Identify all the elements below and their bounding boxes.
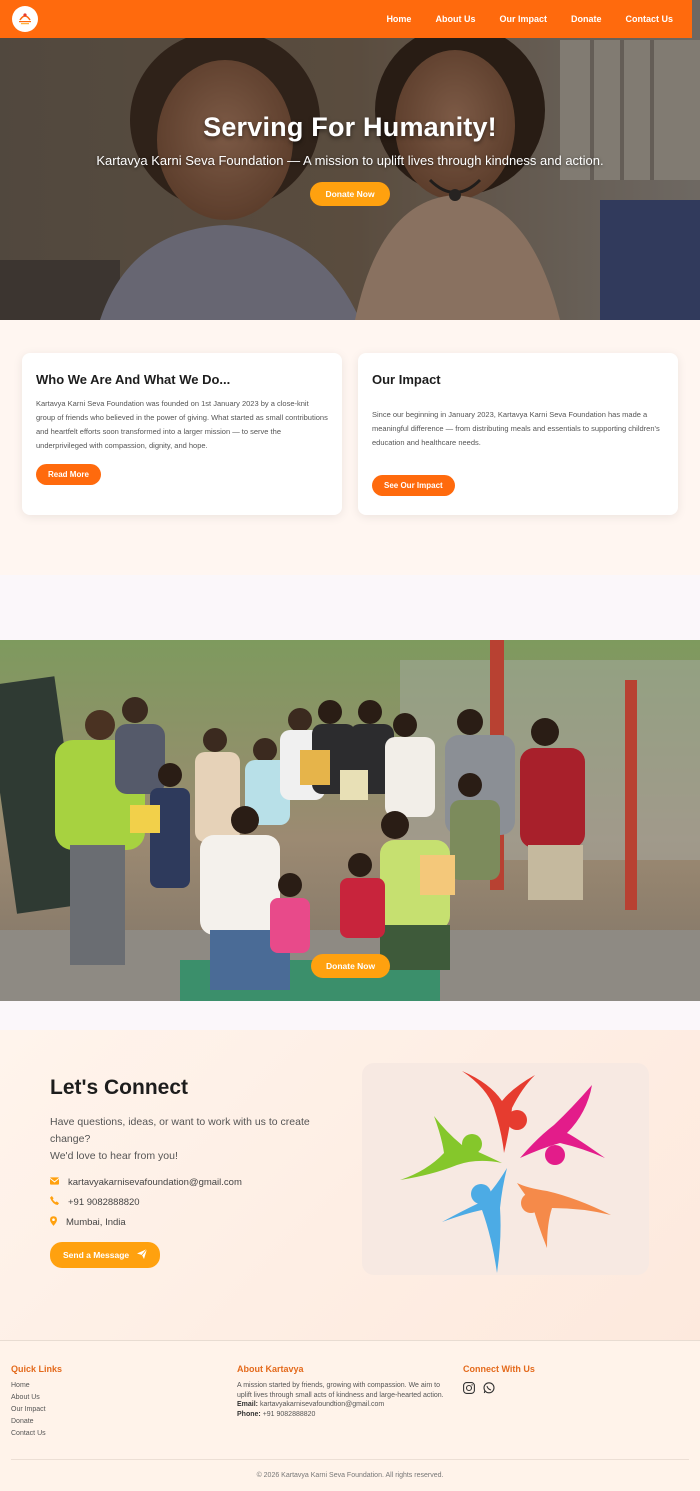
connect-desc-line2: We'd love to hear from you! [50,1150,178,1162]
quick-links-title: Quick Links [11,1364,63,1374]
who-we-are-title: Who We Are And What We Do... [36,372,231,387]
nav-link-home[interactable]: Home [374,14,423,24]
send-message-label: Send a Message [63,1250,130,1260]
connect-description: Have questions, ideas, or want to work w… [50,1114,340,1165]
gallery-donate-button[interactable]: Donate Now [311,954,391,978]
paper-plane-icon [137,1248,148,1261]
instagram-icon[interactable] [463,1382,476,1395]
whatsapp-icon[interactable] [483,1382,496,1395]
connect-section: Let's Connect Have questions, ideas, or … [0,1030,700,1340]
copyright: © 2026 Kartavya Karni Seva Foundation. A… [11,1459,689,1479]
footer-about-description: A mission started by friends, growing wi… [237,1382,444,1399]
footer-phone-line: Phone: +91 9082888820 [237,1410,455,1420]
contact-location: Mumbai, India [66,1216,126,1228]
group-photo [0,640,700,1001]
contact-email-row: kartavyakarnisevafoundation@gmail.com [49,1175,340,1189]
footer-quick-links: Quick Links Home About Us Our Impact Don… [11,1364,237,1442]
footer: Quick Links Home About Us Our Impact Don… [0,1340,700,1491]
group-photo-section: Donate Now [0,640,700,1001]
connect-with-us-title: Connect With Us [463,1364,535,1374]
map-pin-icon [50,1215,57,1229]
contact-email[interactable]: kartavyakarnisevafoundation@gmail.com [68,1177,242,1188]
envelope-icon [49,1176,60,1188]
organization-logo-icon[interactable] [12,6,38,32]
footer-connect: Connect With Us [463,1364,689,1442]
about-section: Who We Are And What We Do... Kartavya Ka… [0,320,700,575]
footer-link-donate[interactable]: Donate [11,1418,237,1425]
send-message-button[interactable]: Send a Message [50,1242,161,1268]
connect-desc-line1: Have questions, ideas, or want to work w… [50,1116,310,1145]
footer-email[interactable]: kartavyakarnisevafoundtion@gmail.com [260,1401,384,1408]
footer-phone[interactable]: +91 9082888820 [263,1411,316,1418]
footer-link-about[interactable]: About Us [11,1394,237,1401]
nav-links: Home About Us Our Impact Donate Contact … [374,14,678,24]
footer-email-label: Email: [237,1401,259,1408]
who-we-are-card: Who We Are And What We Do... Kartavya Ka… [22,353,342,515]
footer-about: About Kartavya A mission started by frie… [237,1364,463,1442]
section-spacer-2 [0,1001,700,1030]
footer-link-impact[interactable]: Our Impact [11,1406,237,1413]
unity-illustration [362,1063,649,1275]
contact-phone[interactable]: +91 9082888820 [68,1197,140,1208]
footer-email-line: Email: kartavyakarnisevafoundtion@gmail.… [237,1400,455,1410]
read-more-button[interactable]: Read More [36,464,101,485]
contact-list: kartavyakarnisevafoundation@gmail.com +9… [49,1175,340,1229]
section-spacer [0,575,700,640]
footer-about-text: A mission started by friends, growing wi… [237,1381,455,1419]
nav-link-contact[interactable]: Contact Us [613,14,678,24]
contact-phone-row: +91 9082888820 [50,1195,340,1209]
footer-link-home[interactable]: Home [11,1382,237,1389]
nav-link-impact[interactable]: Our Impact [487,14,559,24]
who-we-are-text: Kartavya Karni Seva Foundation was found… [36,399,328,450]
hero-content: Serving For Humanity! Kartavya Karni Sev… [0,112,700,206]
hero-donate-button[interactable]: Donate Now [310,182,390,206]
our-impact-text: Since our beginning in January 2023, Kar… [372,410,660,447]
our-impact-title: Our Impact [372,372,441,387]
hero-section: Serving For Humanity! Kartavya Karni Sev… [0,0,700,320]
footer-link-contact[interactable]: Contact Us [11,1430,237,1437]
nav-link-donate[interactable]: Donate [559,14,614,24]
nav-link-about[interactable]: About Us [423,14,487,24]
about-kartavya-title: About Kartavya [237,1364,304,1374]
see-impact-button[interactable]: See Our Impact [372,475,455,496]
contact-location-row: Mumbai, India [50,1215,340,1229]
footer-phone-label: Phone: [237,1410,261,1418]
connect-info: Let's Connect Have questions, ideas, or … [49,1076,340,1268]
our-impact-card: Our Impact Since our beginning in Januar… [358,353,678,515]
hero-subtitle: Kartavya Karni Seva Foundation — A missi… [96,153,604,168]
hero-title: Serving For Humanity! [203,112,497,142]
navbar: Home About Us Our Impact Donate Contact … [0,0,692,38]
connect-title: Let's Connect [50,1076,189,1099]
phone-icon [50,1196,59,1208]
